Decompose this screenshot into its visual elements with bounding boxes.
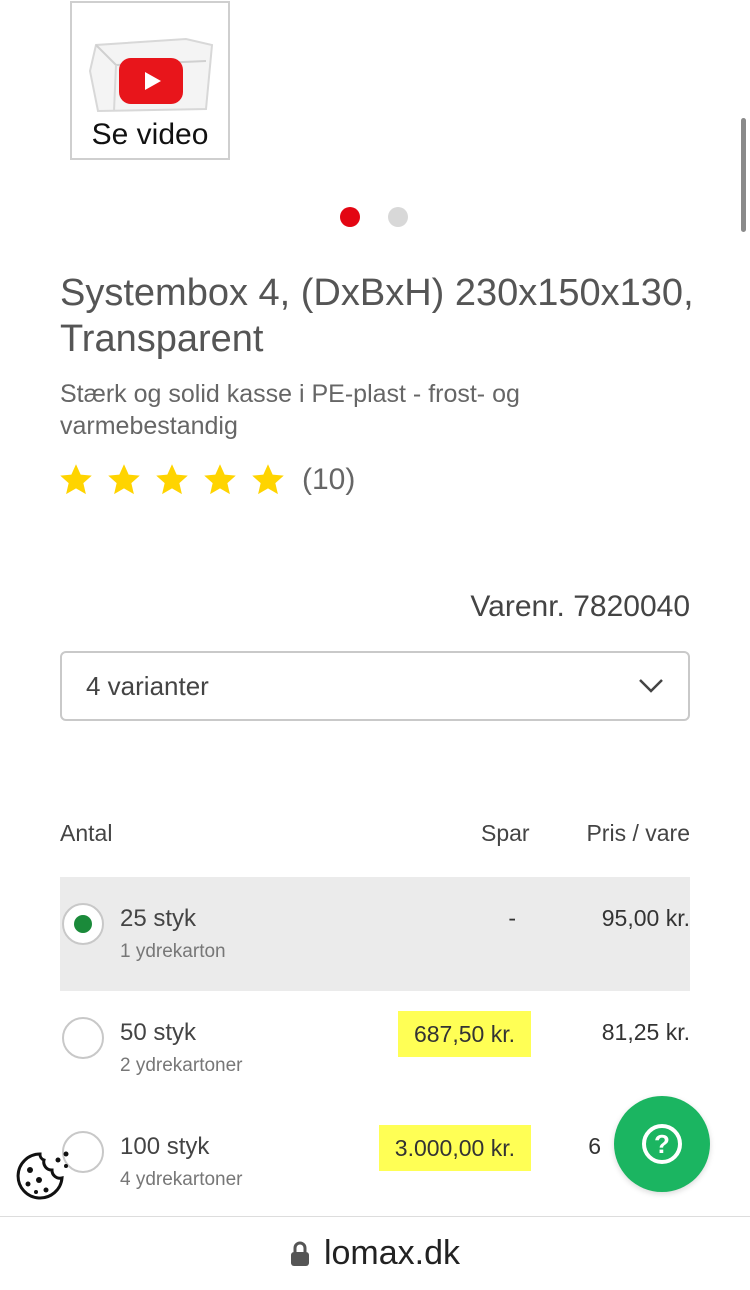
- question-mark-icon: ?: [642, 1124, 682, 1164]
- column-header-quantity: Antal: [60, 820, 113, 846]
- rating-stars[interactable]: (10): [58, 462, 355, 498]
- price-tier-row[interactable]: 100 styk 4 ydrekartoner 3.000,00 kr. 6: [60, 1105, 690, 1219]
- page-scrollbar[interactable]: [741, 118, 746, 232]
- price-tier-row[interactable]: 25 styk 1 ydrekarton - 95,00 kr.: [60, 877, 690, 991]
- star-icon: [156, 464, 188, 495]
- tier-radio[interactable]: [62, 1017, 104, 1059]
- star-icon: [108, 464, 140, 495]
- variant-dropdown-label: 4 varianter: [86, 670, 209, 701]
- tier-radio[interactable]: [62, 903, 104, 945]
- rating-count: (10): [302, 463, 356, 496]
- video-thumbnail[interactable]: Se video: [70, 1, 230, 160]
- product-title: Systembox 4, (DxBxH) 230x150x130, Transp…: [60, 272, 694, 360]
- tier-saving: 687,50 kr.: [397, 1011, 531, 1057]
- price-tier-row[interactable]: 50 styk 2 ydrekartoner 687,50 kr. 81,25 …: [60, 991, 690, 1105]
- variant-dropdown[interactable]: 4 varianter: [60, 651, 690, 721]
- tier-saving: 3.000,00 kr.: [378, 1125, 531, 1171]
- star-icon: [60, 464, 92, 495]
- tier-carton: 1 ydrekarton: [120, 941, 226, 962]
- carousel-dots: [340, 207, 408, 227]
- item-number: Varenr. 7820040: [470, 590, 690, 623]
- tier-price: 95,00 kr.: [601, 905, 690, 931]
- tier-quantity: 100 styk: [120, 1133, 210, 1160]
- lock-icon: [290, 1241, 309, 1266]
- column-header-price: Pris / vare: [586, 820, 690, 846]
- chevron-down-icon: [639, 679, 663, 693]
- star-icon: [252, 464, 284, 495]
- url-text: lomax.dk: [323, 1234, 461, 1272]
- column-header-save: Spar: [481, 820, 530, 846]
- youtube-play-icon: [119, 58, 183, 104]
- tier-price: 6: [588, 1133, 601, 1159]
- carousel-dot-2[interactable]: [388, 207, 408, 227]
- tier-carton: 2 ydrekartoner: [120, 1055, 243, 1076]
- carousel-dot-1[interactable]: [340, 207, 360, 227]
- tier-quantity: 25 styk: [120, 905, 197, 932]
- star-icon: [204, 464, 236, 495]
- product-subtitle: Stærk og solid kasse i PE-plast - frost-…: [60, 380, 520, 440]
- browser-url-bar[interactable]: lomax.dk: [0, 1216, 750, 1290]
- video-label: Se video: [91, 118, 209, 151]
- help-button[interactable]: ?: [614, 1096, 710, 1192]
- tier-carton: 4 ydrekartoner: [120, 1169, 243, 1190]
- tier-price: 81,25 kr.: [601, 1019, 690, 1045]
- tier-quantity: 50 styk: [120, 1019, 197, 1046]
- cookie-icon[interactable]: [12, 1148, 72, 1200]
- tier-saving: -: [508, 905, 516, 931]
